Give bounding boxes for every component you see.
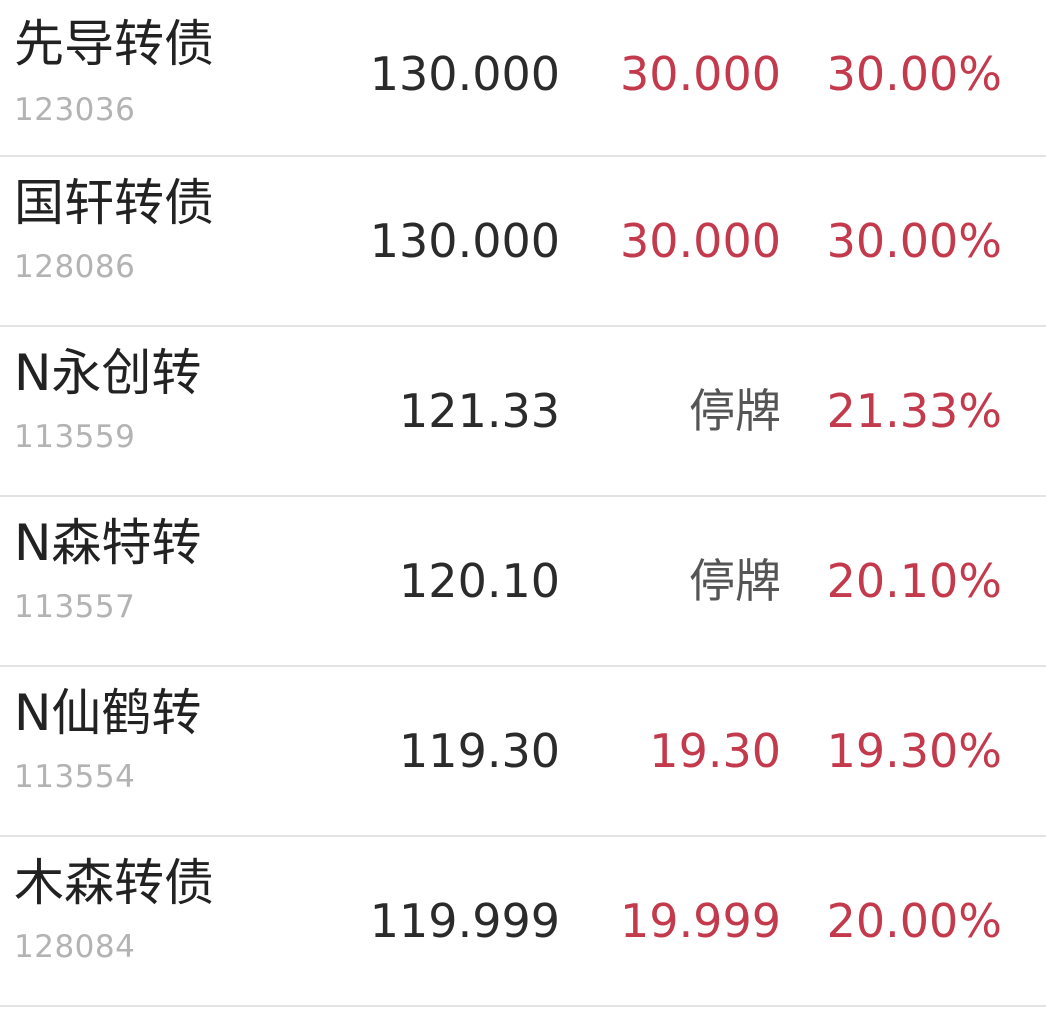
change-percent: 21.33% [826, 384, 1002, 438]
price-change: 19.999 [620, 894, 781, 948]
bond-code: 128086 [14, 249, 136, 285]
change-percent: 20.10% [826, 554, 1002, 608]
change-percent: 30.00% [826, 214, 1002, 268]
latest-price: 130.000 [369, 47, 560, 101]
quote-row[interactable]: 木森转债 128084 119.999 19.999 20.00% [0, 837, 1046, 1007]
latest-price: 119.30 [399, 724, 560, 778]
change-percent: 20.00% [826, 894, 1002, 948]
quote-row[interactable]: N森特转 113557 120.10 停牌 20.10% [0, 497, 1046, 667]
trading-halted-label: 停牌 [689, 554, 781, 608]
latest-price: 130.000 [369, 214, 560, 268]
bond-name: 木森转债 [14, 854, 214, 912]
bond-code: 128084 [14, 929, 136, 965]
bond-name: N森特转 [14, 514, 202, 572]
bond-name: 国轩转债 [14, 174, 214, 232]
trading-halted-label: 停牌 [689, 384, 781, 438]
price-change: 30.000 [620, 47, 781, 101]
latest-price: 120.10 [399, 554, 560, 608]
quote-row[interactable]: N永创转 113559 121.33 停牌 21.33% [0, 327, 1046, 497]
bond-name: 先导转债 [14, 15, 214, 73]
bond-code: 113557 [14, 589, 136, 625]
bond-quote-list: 先导转债 123036 130.000 30.000 30.00% 国轩转债 1… [0, 0, 1046, 1014]
change-percent: 30.00% [826, 47, 1002, 101]
change-percent: 19.30% [826, 724, 1002, 778]
bond-name: N仙鹤转 [14, 684, 202, 742]
bond-code: 123036 [14, 92, 136, 128]
quote-row[interactable]: N仙鹤转 113554 119.30 19.30 19.30% [0, 667, 1046, 837]
latest-price: 119.999 [369, 894, 560, 948]
quote-row[interactable]: 国轩转债 128086 130.000 30.000 30.00% [0, 157, 1046, 327]
price-change: 30.000 [620, 214, 781, 268]
bond-name: N永创转 [14, 344, 202, 402]
bond-code: 113554 [14, 759, 136, 795]
price-change: 19.30 [649, 724, 781, 778]
latest-price: 121.33 [399, 384, 560, 438]
quote-row[interactable]: 先导转债 123036 130.000 30.000 30.00% [0, 0, 1046, 157]
bond-code: 113559 [14, 419, 136, 455]
